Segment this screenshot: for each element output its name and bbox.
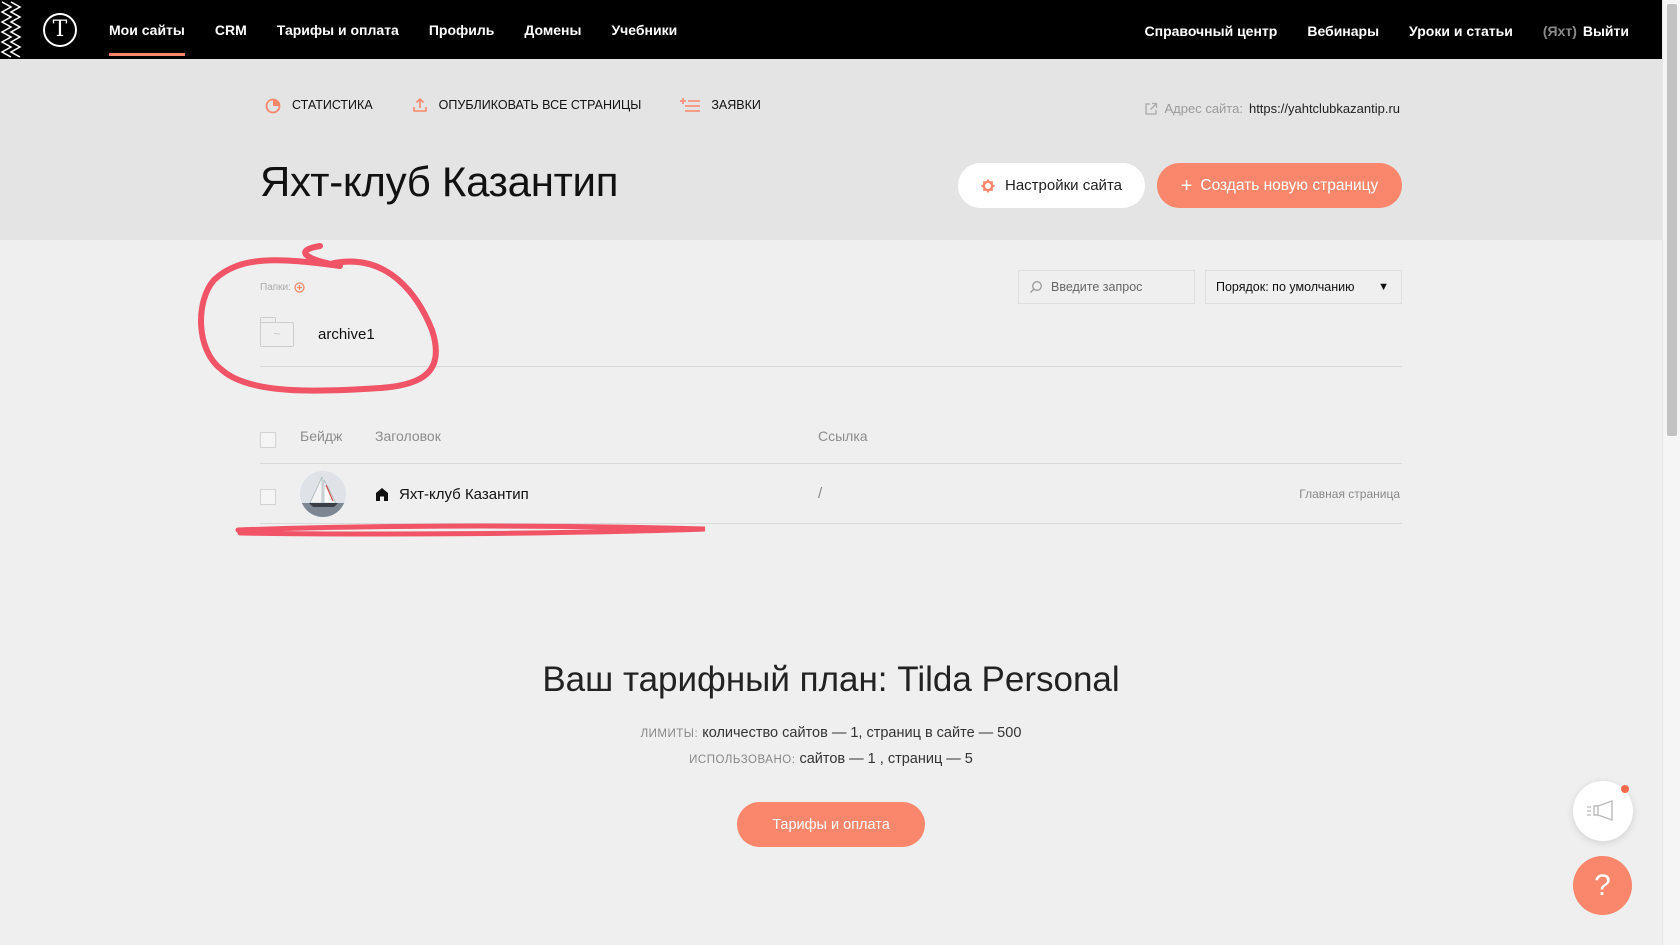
zigzag-decoration-icon xyxy=(0,1,22,58)
folder-name: archive1 xyxy=(318,326,375,343)
folder-icon: ~ xyxy=(259,317,294,347)
list-plus-icon xyxy=(680,98,701,112)
homepage-badge: Главная страница xyxy=(1299,487,1400,501)
site-actions: СТАТИСТИКА ОПУБЛИКОВАТЬ ВСЕ СТРАНИЦЫ ЗАЯ… xyxy=(264,96,761,114)
page-title-cell[interactable]: Яхт-клуб Казантип xyxy=(375,486,529,503)
annotation-circle xyxy=(198,243,439,394)
folder-item[interactable]: ~ archive1 xyxy=(259,317,375,347)
table-row-divider xyxy=(260,523,1402,524)
page-link-cell[interactable]: / xyxy=(818,485,822,502)
page-scrollbar[interactable] xyxy=(1662,0,1680,945)
publish-all-label: ОПУБЛИКОВАТЬ ВСЕ СТРАНИЦЫ xyxy=(438,98,642,112)
search-input[interactable]: Введите запрос xyxy=(1018,270,1195,304)
external-link-icon xyxy=(1145,102,1158,115)
gear-icon xyxy=(981,179,995,192)
row-checkbox[interactable] xyxy=(260,489,276,505)
tariffs-button[interactable]: Тарифы и оплата xyxy=(737,802,925,847)
sort-value: Порядок: по умолчанию xyxy=(1216,280,1355,294)
home-icon xyxy=(376,488,388,501)
help-button[interactable]: ? xyxy=(1573,856,1632,915)
requests-label: ЗАЯВКИ xyxy=(711,98,761,112)
plan-limits-value: количество сайтов — 1, страниц в сайте —… xyxy=(702,725,1022,741)
site-header-band xyxy=(0,59,1662,240)
notification-dot xyxy=(1621,785,1629,793)
news-button[interactable] xyxy=(1573,781,1633,841)
create-page-button[interactable]: + Создать новую страницу xyxy=(1157,163,1402,208)
plan-limits-label: ЛИМИТЫ: xyxy=(640,728,699,740)
nav-tariffs[interactable]: Тарифы и оплата xyxy=(262,0,414,59)
megaphone-icon xyxy=(1587,800,1613,821)
plan-limits: ЛИМИТЫ: количество сайтов — 1, страниц в… xyxy=(0,725,1662,741)
top-navigation: T Мои сайты CRM Тарифы и оплата Профиль … xyxy=(0,0,1662,59)
requests-link[interactable]: ЗАЯВКИ xyxy=(679,96,761,114)
scrollbar-thumb[interactable] xyxy=(1667,4,1677,436)
plan-usage-value: сайтов — 1 , страниц — 5 xyxy=(799,751,973,767)
publish-all-link[interactable]: ОПУБЛИКОВАТЬ ВСЕ СТРАНИЦЫ xyxy=(411,96,642,114)
nav-domains[interactable]: Домены xyxy=(509,0,596,59)
folders-divider xyxy=(260,366,1402,367)
column-header-title: Заголовок xyxy=(375,428,441,444)
site-code-label: (Яхт) xyxy=(1542,23,1577,39)
search-icon xyxy=(1030,281,1042,293)
site-settings-button[interactable]: Настройки сайта xyxy=(958,163,1145,208)
nav-my-sites[interactable]: Мои сайты xyxy=(109,0,200,59)
plan-usage: ИСПОЛЬЗОВАНО: сайтов — 1 , страниц — 5 xyxy=(0,751,1662,767)
add-folder-icon[interactable] xyxy=(294,282,305,293)
secondary-menu: Справочный центр Вебинары Уроки и статьи… xyxy=(1130,0,1630,62)
table-header-divider xyxy=(260,463,1402,464)
sort-select[interactable]: Порядок: по умолчанию ▼ xyxy=(1205,270,1402,304)
main-menu: Мои сайты CRM Тарифы и оплата Профиль До… xyxy=(109,0,692,59)
nav-profile[interactable]: Профиль xyxy=(414,0,510,59)
nav-help-center[interactable]: Справочный центр xyxy=(1130,2,1293,61)
column-header-link: Ссылка xyxy=(818,428,868,444)
plus-icon: + xyxy=(1180,174,1193,197)
site-address-url[interactable]: https://yahtclubkazantip.ru xyxy=(1249,101,1400,116)
chevron-down-icon: ▼ xyxy=(1378,281,1389,293)
site-settings-label: Настройки сайта xyxy=(1005,177,1122,194)
plan-usage-label: ИСПОЛЬЗОВАНО: xyxy=(689,754,796,766)
page-title-text: Яхт-клуб Казантип xyxy=(399,486,529,503)
nav-crm[interactable]: CRM xyxy=(200,0,262,59)
site-title: Яхт-клуб Казантип xyxy=(260,158,619,205)
folders-label: Папки: xyxy=(260,282,305,293)
plan-title: Ваш тарифный план: Tilda Personal xyxy=(542,660,1120,699)
statistics-link[interactable]: СТАТИСТИКА xyxy=(264,96,373,114)
upload-icon xyxy=(412,97,427,112)
site-address: Адрес сайта: https://yahtclubkazantip.ru xyxy=(1144,101,1400,116)
statistics-label: СТАТИСТИКА xyxy=(292,98,373,112)
search-placeholder: Введите запрос xyxy=(1051,280,1143,294)
select-all-checkbox[interactable] xyxy=(260,432,276,448)
site-address-label: Адрес сайта: xyxy=(1164,101,1243,116)
column-header-badge: Бейдж xyxy=(300,428,343,444)
annotation-underline xyxy=(235,523,706,537)
nav-lessons[interactable]: Уроки и статьи xyxy=(1394,2,1528,61)
nav-tutorials[interactable]: Учебники xyxy=(596,0,692,59)
create-page-label: Создать новую страницу xyxy=(1200,176,1379,194)
page-badge-thumbnail[interactable] xyxy=(300,471,346,517)
folders-label-text: Папки: xyxy=(260,282,291,293)
nav-webinars[interactable]: Вебинары xyxy=(1292,2,1394,61)
pie-chart-icon xyxy=(265,98,281,114)
sailboat-image xyxy=(300,471,346,517)
tilda-logo-icon[interactable]: T xyxy=(43,13,77,47)
logout-label: Выйти xyxy=(1582,23,1629,39)
logout-button[interactable]: (Яхт) Выйти xyxy=(1528,2,1629,61)
